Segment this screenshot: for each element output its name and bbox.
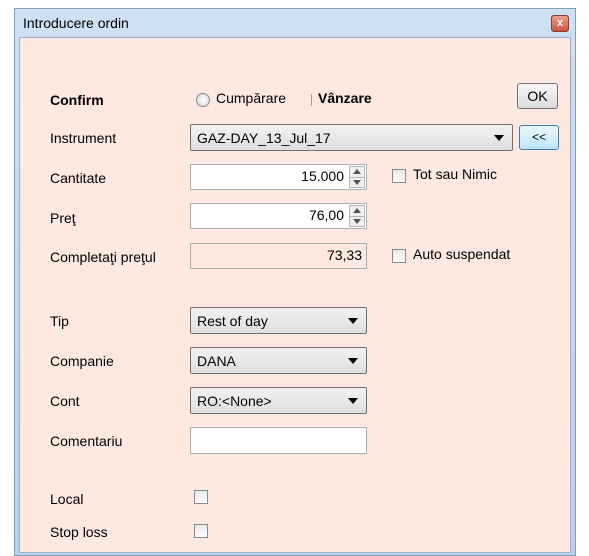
close-icon: x bbox=[556, 17, 564, 29]
ok-button[interactable]: OK bbox=[517, 83, 558, 109]
quantity-stepper[interactable]: 15.000 bbox=[190, 164, 367, 190]
comment-input[interactable] bbox=[190, 427, 367, 454]
local-label: Local bbox=[50, 491, 84, 507]
type-select[interactable]: Rest of day bbox=[190, 307, 367, 334]
instrument-value: GAZ-DAY_13_Jul_17 bbox=[197, 130, 331, 146]
account-select[interactable]: RO:<None> bbox=[190, 387, 367, 414]
ok-button-label: OK bbox=[527, 88, 548, 104]
fill-price-value: 73,33 bbox=[326, 247, 362, 263]
comment-label: Comentariu bbox=[50, 433, 123, 449]
buy-radio[interactable] bbox=[196, 93, 210, 107]
company-value: DANA bbox=[197, 353, 236, 369]
price-value: 76,00 bbox=[308, 207, 344, 223]
price-stepper[interactable]: 76,00 bbox=[190, 203, 367, 229]
fill-price-field: 73,33 bbox=[190, 243, 367, 269]
type-label: Tip bbox=[50, 313, 69, 329]
company-select[interactable]: DANA bbox=[190, 347, 367, 374]
spin-up-icon[interactable] bbox=[353, 169, 361, 174]
stop-loss-label: Stop loss bbox=[50, 524, 108, 540]
spin-down-icon[interactable] bbox=[353, 219, 361, 224]
title-bar[interactable]: Introducere ordin x bbox=[15, 9, 575, 37]
chevron-down-icon bbox=[494, 135, 504, 141]
price-label: Preţ bbox=[50, 210, 76, 226]
chevron-down-icon bbox=[348, 358, 358, 364]
sell-label[interactable]: Vânzare bbox=[318, 90, 372, 106]
window-title: Introducere ordin bbox=[23, 15, 129, 31]
spin-down-icon[interactable] bbox=[353, 180, 361, 185]
fill-price-label: Completaţi preţul bbox=[50, 249, 156, 265]
instrument-label: Instrument bbox=[50, 130, 117, 146]
type-value: Rest of day bbox=[197, 313, 268, 329]
company-label: Companie bbox=[50, 353, 114, 369]
order-entry-window: Introducere ordin x Confirm Cumpărare Vâ… bbox=[14, 8, 576, 556]
form-panel: Confirm Cumpărare Vânzare OK Instrument … bbox=[19, 37, 571, 553]
auto-suspend-label: Auto suspendat bbox=[413, 246, 511, 262]
instrument-select[interactable]: GAZ-DAY_13_Jul_17 bbox=[190, 124, 513, 151]
close-button[interactable]: x bbox=[551, 15, 569, 32]
account-label: Cont bbox=[50, 393, 80, 409]
all-or-nothing-checkbox[interactable] bbox=[392, 169, 406, 183]
collapse-button-label: << bbox=[531, 130, 546, 144]
quantity-value: 15.000 bbox=[301, 168, 344, 184]
local-checkbox[interactable] bbox=[194, 490, 208, 504]
auto-suspend-checkbox[interactable] bbox=[392, 249, 406, 263]
account-value: RO:<None> bbox=[197, 393, 272, 409]
confirm-label: Confirm bbox=[50, 92, 104, 108]
quantity-spin-buttons[interactable] bbox=[349, 166, 365, 188]
price-spin-buttons[interactable] bbox=[349, 205, 365, 227]
spin-up-icon[interactable] bbox=[353, 208, 361, 213]
buy-label[interactable]: Cumpărare bbox=[216, 90, 286, 106]
chevron-down-icon bbox=[348, 398, 358, 404]
stop-loss-checkbox[interactable] bbox=[194, 524, 208, 538]
collapse-button[interactable]: << bbox=[519, 125, 559, 150]
all-or-nothing-label: Tot sau Nimic bbox=[413, 166, 498, 182]
sell-radio[interactable] bbox=[311, 94, 312, 106]
quantity-label: Cantitate bbox=[50, 170, 107, 186]
chevron-down-icon bbox=[348, 318, 358, 324]
